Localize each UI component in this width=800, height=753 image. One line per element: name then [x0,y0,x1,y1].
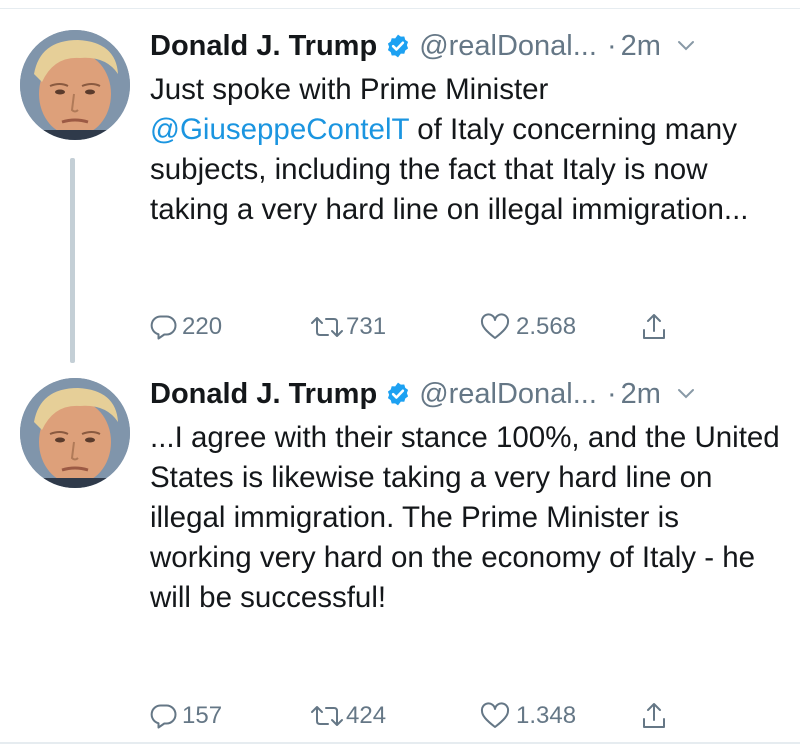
share-button[interactable] [640,701,668,731]
tweet-body: Donald J. Trump @realDonal... · 2m ...I … [150,370,780,730]
separator-dot: · [606,29,617,62]
retweet-button[interactable]: 731 [310,313,386,341]
top-divider [0,8,800,9]
tweet-text: Just spoke with Prime Minister @Giuseppe… [150,70,780,230]
heart-icon [480,313,510,339]
heart-icon [480,702,510,728]
like-count: 2.568 [516,313,577,340]
share-icon [643,314,665,339]
share-icon [643,703,665,728]
verified-badge-icon [385,33,411,59]
separator-dot: · [606,377,617,410]
timestamp[interactable]: 2m [621,378,661,411]
timestamp[interactable]: 2m [621,30,661,63]
verified-badge-icon [385,381,411,407]
reply-button[interactable]: 220 [150,313,222,341]
tweet-header: Donald J. Trump @realDonal... · 2m [150,370,780,418]
tweet-text: ...I agree with their stance 100%, and t… [150,421,780,614]
like-button[interactable]: 1.348 [480,702,576,730]
share-button[interactable] [640,312,668,342]
reply-button[interactable]: 157 [150,702,222,730]
tweet-body: Donald J. Trump @realDonal... · 2m Just … [150,22,780,341]
avatar[interactable] [20,30,130,140]
tweet-text-part: Just spoke with Prime Minister [150,73,549,106]
bottom-divider [0,742,800,744]
mention-link[interactable]: @GiuseppeContelT [150,113,409,146]
retweet-button[interactable]: 424 [310,702,386,730]
reply-icon [150,315,177,340]
thread-connector-line [70,158,75,363]
reply-count: 157 [182,702,223,729]
reply-count: 220 [182,313,223,340]
user-handle[interactable]: @realDonal... [419,378,597,411]
reply-icon [150,704,177,729]
chevron-down-icon[interactable] [677,388,695,400]
display-name[interactable]: Donald J. Trump [150,30,377,63]
retweet-icon [311,706,343,726]
like-button[interactable]: 2.568 [480,313,576,341]
display-name[interactable]: Donald J. Trump [150,378,377,411]
tweet-actions: 157 424 1.348 [150,698,710,734]
retweet-icon [311,317,343,337]
retweet-count: 424 [346,702,387,729]
tweet-actions: 220 731 2.568 [150,309,710,345]
chevron-down-icon[interactable] [677,40,695,52]
like-count: 1.348 [516,702,577,729]
tweet-header: Donald J. Trump @realDonal... · 2m [150,22,780,70]
retweet-count: 731 [346,313,387,340]
user-handle[interactable]: @realDonal... [419,30,597,63]
avatar[interactable] [20,378,130,488]
